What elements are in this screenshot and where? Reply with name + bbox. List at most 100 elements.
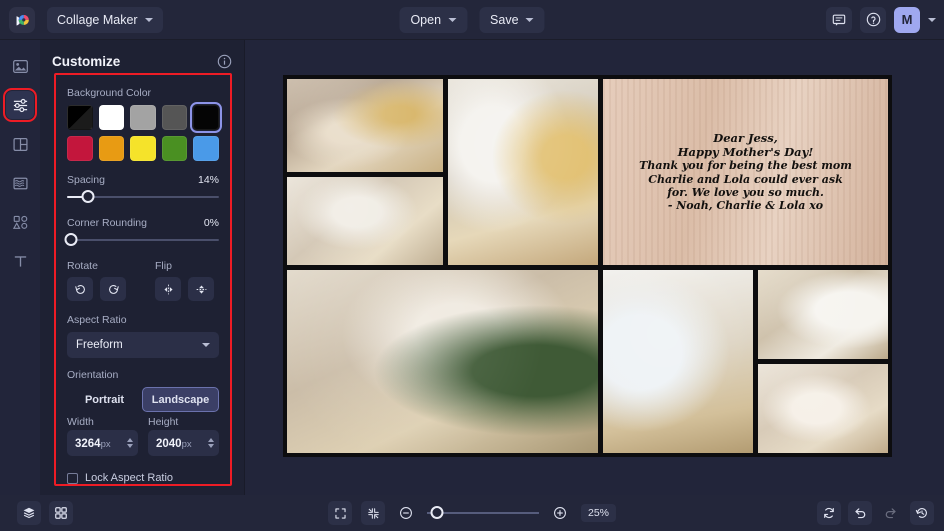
height-stepper[interactable]: 2040px bbox=[148, 430, 219, 456]
rail-item-images[interactable] bbox=[6, 52, 34, 80]
orientation-portrait-button[interactable]: Portrait bbox=[67, 387, 142, 412]
swatch-dark-gray[interactable] bbox=[161, 105, 188, 130]
rail-item-text[interactable] bbox=[6, 247, 34, 275]
fit-to-screen-button[interactable] bbox=[360, 501, 385, 525]
photo-mother-with-two-children bbox=[287, 79, 443, 172]
open-button-label: Open bbox=[410, 12, 442, 27]
swatch-light-gray[interactable] bbox=[130, 105, 156, 130]
help-button[interactable] bbox=[860, 6, 886, 33]
flip-horizontal-button[interactable] bbox=[155, 277, 181, 301]
rail-item-shapes[interactable] bbox=[6, 208, 34, 236]
account-chevron-down-icon[interactable] bbox=[928, 17, 936, 22]
spacing-slider-knob[interactable] bbox=[81, 190, 95, 203]
swatch-blue[interactable] bbox=[193, 136, 219, 161]
layers-icon bbox=[23, 507, 35, 519]
collage-cell-photo-3[interactable] bbox=[448, 79, 598, 265]
chat-bubble-icon bbox=[832, 14, 846, 26]
collage-cell-photo-6[interactable] bbox=[758, 270, 888, 359]
help-circle-icon bbox=[866, 12, 880, 27]
feedback-button[interactable] bbox=[826, 6, 852, 33]
width-stepper[interactable]: 3264px bbox=[67, 430, 138, 456]
lock-aspect-ratio-row[interactable]: Lock Aspect Ratio bbox=[67, 472, 219, 484]
chevron-down-icon[interactable] bbox=[127, 444, 133, 448]
swatch-black[interactable] bbox=[190, 102, 222, 133]
zoom-slider-knob[interactable] bbox=[430, 506, 444, 519]
swatch-green[interactable] bbox=[161, 136, 188, 161]
corner-rounding-slider[interactable] bbox=[64, 233, 219, 247]
zoom-slider[interactable] bbox=[426, 506, 539, 520]
spacing-slider[interactable] bbox=[67, 190, 219, 204]
bottom-left-tools bbox=[17, 501, 73, 525]
rotate-group: Rotate bbox=[67, 260, 155, 301]
background-color-label: Background Color bbox=[67, 87, 152, 99]
rotate-buttons bbox=[67, 277, 155, 301]
lock-aspect-ratio-checkbox[interactable] bbox=[67, 472, 78, 484]
swatch-white[interactable] bbox=[98, 105, 125, 130]
zoom-in-icon bbox=[554, 507, 566, 519]
height-stepper-arrows[interactable] bbox=[208, 438, 214, 448]
zoom-controls: 25% bbox=[327, 501, 617, 525]
user-avatar[interactable]: M bbox=[894, 6, 920, 33]
chevron-up-icon[interactable] bbox=[208, 438, 214, 442]
rail-item-customize[interactable] bbox=[3, 88, 37, 122]
reset-button[interactable] bbox=[817, 501, 841, 525]
app-logo[interactable] bbox=[9, 6, 35, 33]
swatch-yellow[interactable] bbox=[130, 136, 156, 161]
chevron-down-icon[interactable] bbox=[208, 444, 214, 448]
width-field-group: Width 3264px bbox=[67, 416, 138, 456]
zoom-level-value[interactable]: 25% bbox=[580, 504, 617, 522]
corner-rounding-value: 0% bbox=[203, 217, 219, 229]
rotate-flip-row: Rotate Flip bbox=[67, 260, 219, 301]
canvas-stage[interactable]: Dear Jess, Happy Mother's Day! Thank you… bbox=[245, 40, 944, 495]
rotate-clockwise-button[interactable] bbox=[100, 277, 126, 301]
collage-cell-photo-4[interactable] bbox=[287, 270, 598, 453]
zoom-out-icon bbox=[400, 507, 412, 519]
app-root: Collage Maker Open Save M Customize Back… bbox=[0, 0, 944, 531]
collapse-icon bbox=[367, 507, 379, 519]
history-button[interactable] bbox=[910, 501, 934, 525]
swatch-amber[interactable] bbox=[98, 136, 125, 161]
width-value[interactable]: 3264 bbox=[75, 438, 101, 450]
collage-cell-photo-5[interactable] bbox=[603, 270, 753, 453]
collage-cell-note[interactable]: Dear Jess, Happy Mother's Day! Thank you… bbox=[603, 79, 888, 265]
swatch-crimson[interactable] bbox=[67, 136, 93, 161]
layout-icon bbox=[12, 137, 28, 151]
width-stepper-arrows[interactable] bbox=[127, 438, 133, 448]
open-button[interactable]: Open bbox=[399, 6, 468, 33]
rail-item-layouts[interactable] bbox=[6, 130, 34, 158]
aspect-ratio-select[interactable]: Freeform bbox=[67, 332, 219, 358]
collage-cell-photo-7[interactable] bbox=[758, 364, 888, 453]
bottom-bar: 25% bbox=[0, 495, 944, 531]
flip-buttons bbox=[155, 277, 214, 301]
collage-row-top: Dear Jess, Happy Mother's Day! Thank you… bbox=[287, 79, 888, 265]
zoom-in-button[interactable] bbox=[548, 501, 572, 525]
document-name-dropdown[interactable]: Collage Maker bbox=[47, 6, 163, 33]
fullscreen-button[interactable] bbox=[327, 501, 352, 525]
swatch-black-transparent[interactable] bbox=[67, 105, 93, 130]
layers-button[interactable] bbox=[17, 501, 41, 525]
rotate-counterclockwise-button[interactable] bbox=[67, 277, 93, 301]
undo-icon bbox=[855, 508, 866, 519]
collage-cell-photo-1[interactable] bbox=[287, 79, 443, 172]
undo-button[interactable] bbox=[848, 501, 872, 525]
orientation-landscape-button[interactable]: Landscape bbox=[142, 387, 219, 412]
spacing-value: 14% bbox=[197, 174, 219, 186]
body: Customize Background Color Spacing 14% C… bbox=[0, 40, 944, 495]
flip-group: Flip bbox=[155, 260, 214, 301]
flip-vertical-button[interactable] bbox=[188, 277, 214, 301]
orientation-label: Orientation bbox=[67, 369, 119, 381]
grid-button[interactable] bbox=[49, 501, 73, 525]
chevron-up-icon[interactable] bbox=[127, 438, 133, 442]
height-value[interactable]: 2040 bbox=[156, 438, 182, 450]
info-circle-icon[interactable] bbox=[217, 54, 232, 69]
collage-cell-photo-2[interactable] bbox=[287, 177, 443, 265]
note-line-4: Charlie and Lola could ever ask bbox=[648, 172, 843, 186]
rail-item-borders[interactable] bbox=[6, 169, 34, 197]
reset-icon bbox=[824, 507, 834, 519]
collage-canvas[interactable]: Dear Jess, Happy Mother's Day! Thank you… bbox=[283, 75, 892, 457]
avatar-initial: M bbox=[901, 12, 913, 27]
redo-button[interactable] bbox=[879, 501, 903, 525]
save-button[interactable]: Save bbox=[479, 6, 545, 33]
zoom-out-button[interactable] bbox=[394, 501, 418, 525]
corner-rounding-slider-knob[interactable] bbox=[64, 233, 78, 246]
